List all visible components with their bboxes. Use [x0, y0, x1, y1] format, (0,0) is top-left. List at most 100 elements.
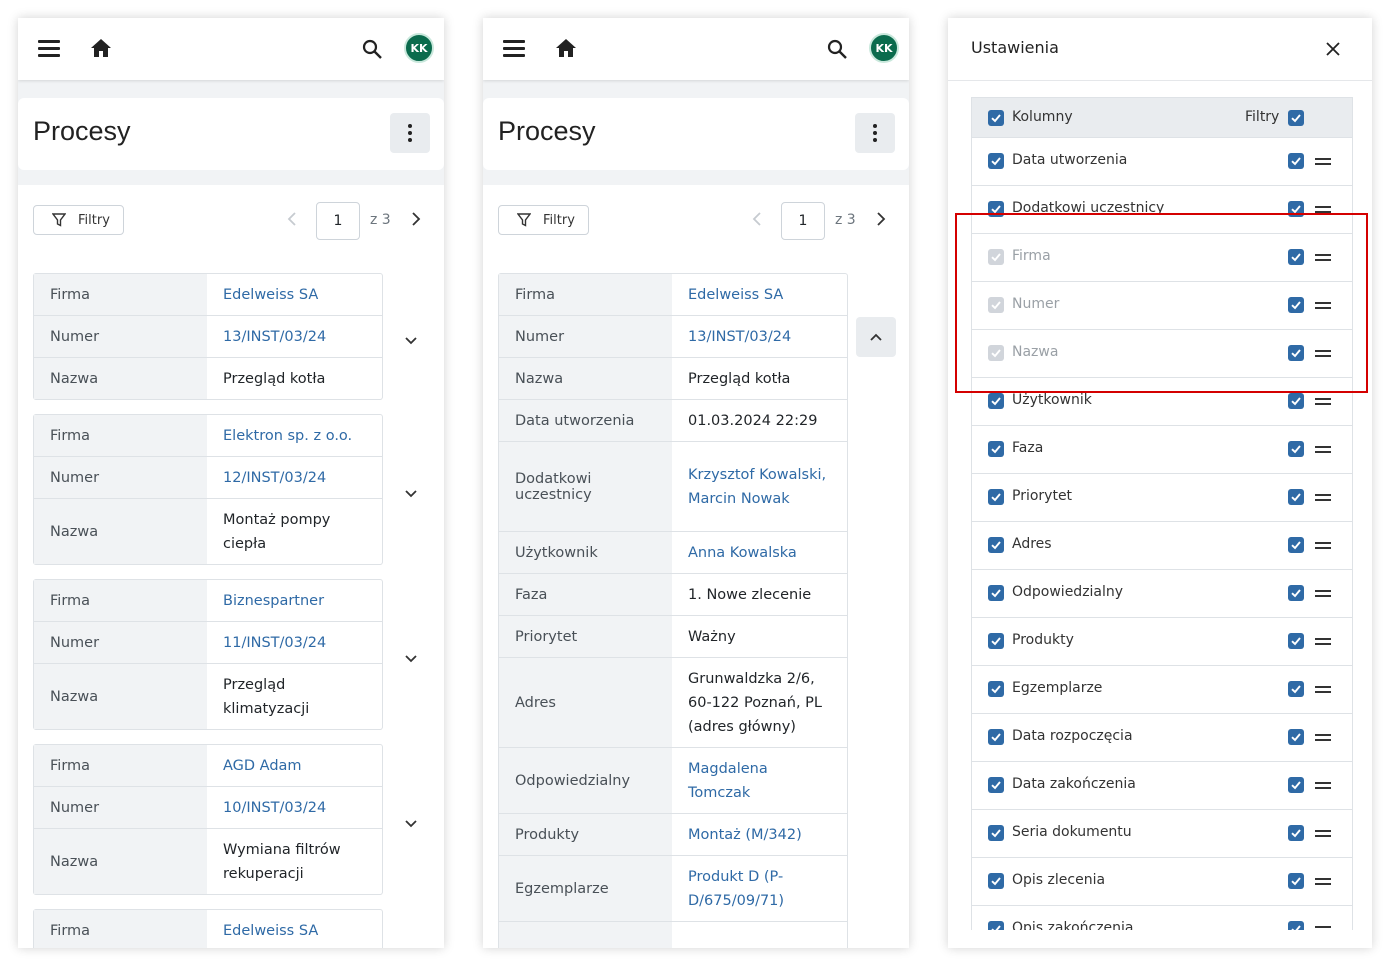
drag-handle-icon[interactable] [1315, 494, 1331, 502]
field-value: Wymiana filtrów rekuperacji [223, 841, 341, 882]
record-card[interactable]: Firma AGD Adam Numer 10/INST/03/24 Nazwa Wymi… [33, 744, 383, 895]
field-value-link[interactable]: Edelweiss SA [207, 274, 382, 315]
column-filter-checkbox[interactable] [1288, 777, 1304, 793]
field-value-link[interactable]: AGD Adam [207, 745, 382, 786]
detail-field-row: Numer 13/INST/03/24 [499, 315, 847, 357]
drag-handle-icon[interactable] [1315, 638, 1331, 646]
field-value-link[interactable]: Anna Kowalska [672, 532, 847, 573]
field-value-link[interactable]: 13/INST/03/24 [672, 316, 847, 357]
column-filter-checkbox[interactable] [1288, 489, 1304, 505]
record-card[interactable]: Firma Elektron sp. z o.o. Numer 12/INST/03/… [33, 414, 383, 565]
columns-all-checkbox[interactable] [988, 110, 1004, 126]
search-icon[interactable] [362, 39, 382, 59]
column-visible-checkbox[interactable] [988, 153, 1004, 169]
chevron-down-icon[interactable] [404, 484, 418, 497]
home-icon[interactable] [90, 38, 112, 58]
field-value-link[interactable]: 10/INST/03/24 [207, 787, 382, 828]
avatar[interactable]: KK [869, 33, 899, 63]
home-icon[interactable] [555, 38, 577, 58]
drag-handle-icon[interactable] [1315, 686, 1331, 694]
record-card[interactable]: Firma Biznespartner Numer 11/INST/03/24 Nazw… [33, 579, 383, 730]
detail-field-row: Adres Grunwaldzka 2/6, 60-122 Poznań, PL … [499, 657, 847, 747]
drag-handle-icon[interactable] [1315, 446, 1331, 454]
column-filter-checkbox[interactable] [1288, 729, 1304, 745]
column-visible-checkbox[interactable] [988, 441, 1004, 457]
menu-icon[interactable] [38, 40, 60, 58]
search-icon[interactable] [827, 39, 847, 59]
chevron-right-icon[interactable] [873, 211, 887, 227]
page-number-input[interactable]: 1 [316, 202, 360, 240]
more-options-button[interactable] [855, 113, 895, 153]
record-card[interactable]: Firma Edelweiss SA Numer 13/INST/03/24 Nazwa… [33, 273, 383, 400]
column-visible-checkbox[interactable] [988, 825, 1004, 841]
field-value-link[interactable]: 13/INST/03/24 [207, 316, 382, 357]
column-filter-checkbox[interactable] [1288, 393, 1304, 409]
close-icon[interactable] [1325, 41, 1341, 57]
record-card[interactable]: Firma Edelweiss SA [33, 909, 383, 948]
drag-handle-icon[interactable] [1315, 590, 1331, 598]
column-visible-checkbox[interactable] [988, 489, 1004, 505]
column-visible-checkbox[interactable] [988, 633, 1004, 649]
column-filter-checkbox[interactable] [1288, 633, 1304, 649]
field-value-link[interactable]: Edelweiss SA [207, 910, 382, 948]
column-visible-checkbox[interactable] [988, 681, 1004, 697]
drag-handle-icon[interactable] [1315, 398, 1331, 406]
field-label: Firma [34, 910, 207, 948]
chevron-left-icon[interactable] [286, 211, 300, 227]
filters-button[interactable]: Filtry [498, 205, 589, 235]
column-label: Użytkownik [1012, 392, 1092, 408]
drag-handle-icon[interactable] [1315, 542, 1331, 550]
collapse-button[interactable] [856, 317, 896, 357]
column-filter-checkbox[interactable] [1288, 681, 1304, 697]
field-value-link[interactable]: Elektron sp. z o.o. [207, 415, 382, 456]
column-setting-row: Adres [971, 522, 1353, 570]
column-filter-checkbox[interactable] [1288, 873, 1304, 889]
column-filter-checkbox[interactable] [1288, 153, 1304, 169]
avatar[interactable]: KK [404, 33, 434, 63]
field-value-link[interactable]: Edelweiss SA [672, 274, 847, 315]
column-visible-checkbox[interactable] [988, 873, 1004, 889]
field-label: Nazwa [34, 358, 207, 399]
chevron-down-icon[interactable] [404, 814, 418, 827]
detail-field-row: Nazwa Przegląd kotła [499, 357, 847, 399]
filters-all-checkbox[interactable] [1288, 110, 1304, 126]
more-options-button[interactable] [390, 113, 430, 153]
field-value-link[interactable]: Produkt D (P-D/675/09/71) [672, 856, 847, 921]
field-value-link[interactable]: Magdalena Tomczak [672, 748, 847, 813]
filters-button[interactable]: Filtry [33, 205, 124, 235]
field-value-link[interactable]: Montaż (M/342) [672, 814, 847, 855]
column-setting-row: Seria dokumentu [971, 810, 1353, 858]
column-label: Data zakończenia [1012, 776, 1136, 792]
detail-screen: KK Procesy Filtry 1 z 3 Firma Edelweiss S… [483, 18, 909, 948]
column-visible-checkbox[interactable] [988, 585, 1004, 601]
column-visible-checkbox[interactable] [988, 729, 1004, 745]
field-value: 1. Nowe zlecenie [688, 586, 812, 603]
chevron-down-icon[interactable] [404, 649, 418, 662]
menu-icon[interactable] [503, 40, 525, 58]
column-filter-checkbox[interactable] [1288, 537, 1304, 553]
field-value-link[interactable]: Biznespartner [207, 580, 382, 621]
drag-handle-icon[interactable] [1315, 878, 1331, 886]
column-filter-checkbox[interactable] [1288, 441, 1304, 457]
column-visible-checkbox[interactable] [988, 537, 1004, 553]
drag-handle-icon[interactable] [1315, 830, 1331, 838]
field-value-link[interactable]: Krzysztof Kowalski, Marcin Nowak [672, 442, 847, 531]
field-label: Nazwa [34, 829, 207, 894]
field-value-link[interactable]: 12/INST/03/24 [207, 457, 382, 498]
column-filter-checkbox[interactable] [1288, 585, 1304, 601]
column-label: Produkty [1012, 632, 1074, 648]
column-filter-checkbox[interactable] [1288, 825, 1304, 841]
column-visible-checkbox[interactable] [988, 393, 1004, 409]
chevron-right-icon[interactable] [408, 211, 422, 227]
chevron-down-icon[interactable] [404, 331, 418, 344]
chevron-left-icon[interactable] [751, 211, 765, 227]
drag-handle-icon[interactable] [1315, 782, 1331, 790]
page-number-input[interactable]: 1 [781, 202, 825, 240]
drag-handle-icon[interactable] [1315, 158, 1331, 166]
page-total: z 3 [370, 212, 391, 228]
field-value-link[interactable]: 11/INST/03/24 [207, 622, 382, 663]
field-label: Numer [34, 787, 207, 828]
column-visible-checkbox[interactable] [988, 777, 1004, 793]
column-label: Faza [1012, 440, 1044, 456]
drag-handle-icon[interactable] [1315, 734, 1331, 742]
